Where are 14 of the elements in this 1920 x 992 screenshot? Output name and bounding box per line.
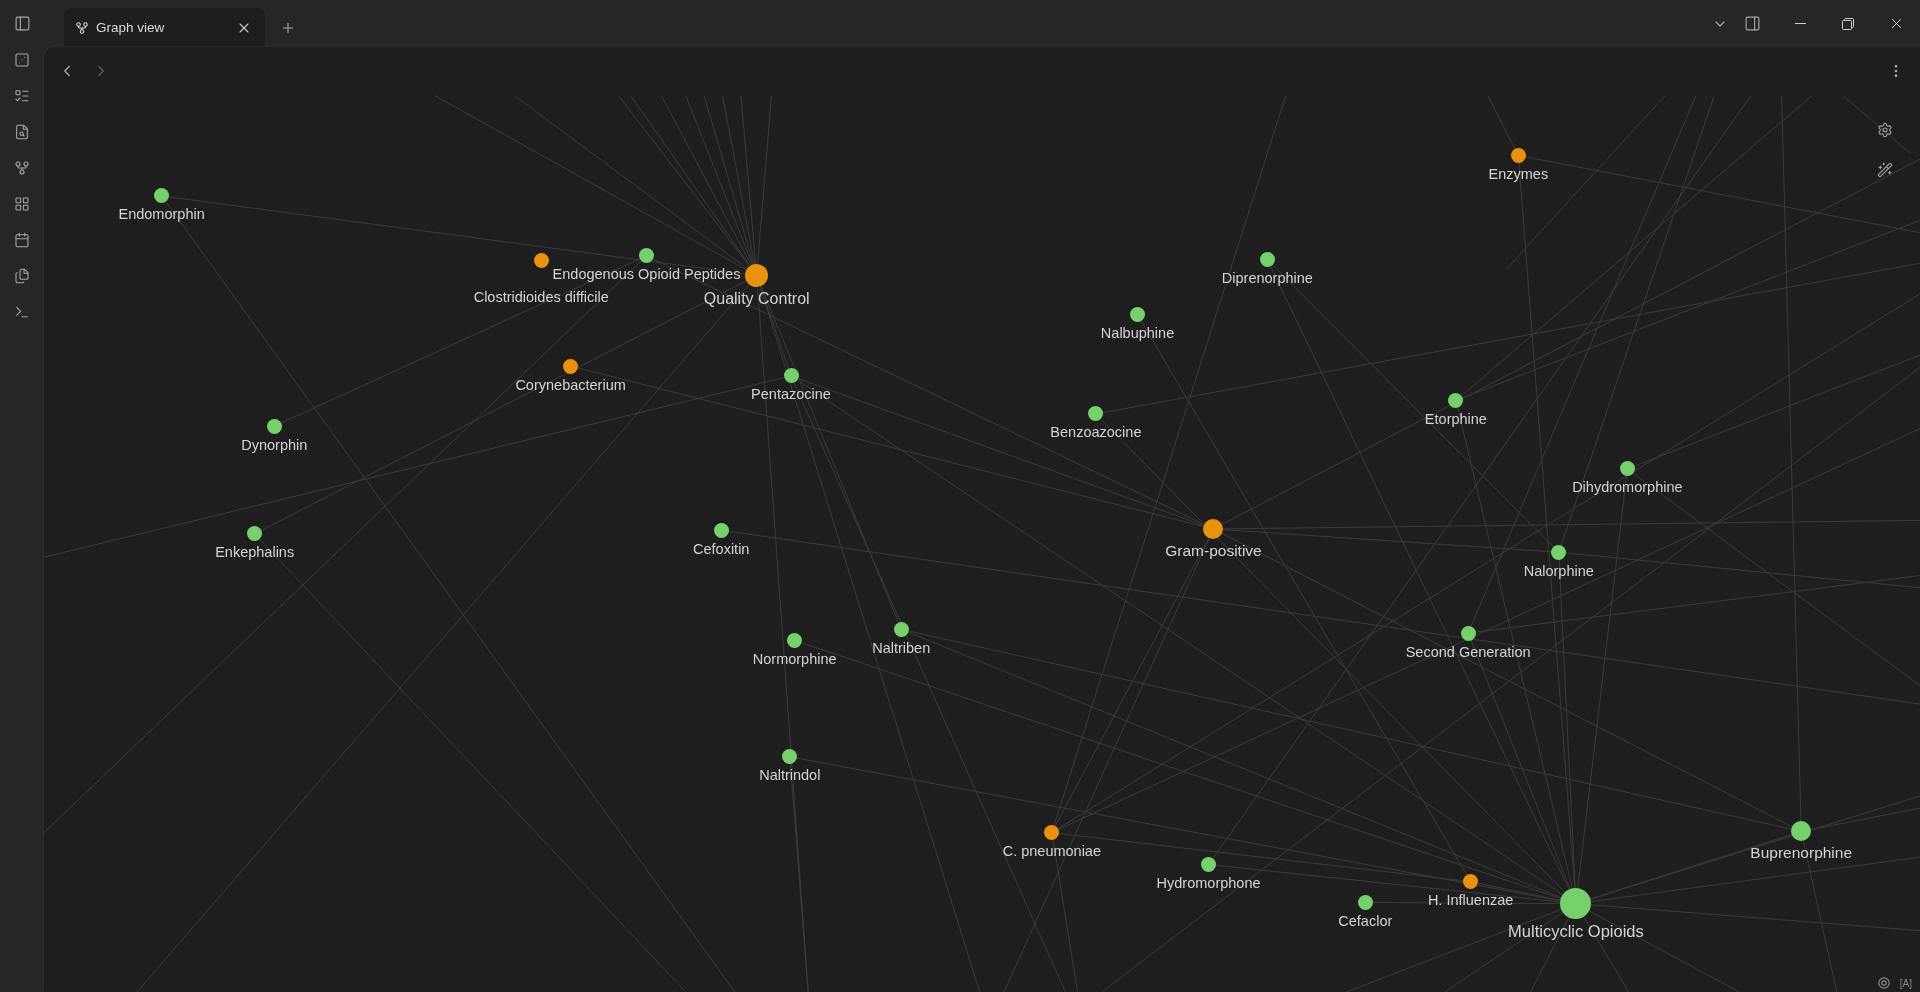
calendar-icon (14, 232, 30, 248)
sidebar-toggle-icon (13, 15, 31, 32)
minimize-icon (1794, 23, 1806, 24)
dice-icon (14, 52, 30, 68)
file-search-icon (14, 124, 30, 140)
graph-icon (14, 160, 30, 176)
files-icon (14, 268, 30, 284)
checklist-icon (14, 88, 30, 104)
terminal-icon (14, 304, 30, 320)
grid-icon (14, 196, 30, 212)
right-sidebar-toggle-icon (1743, 15, 1761, 32)
graph-icon (75, 20, 89, 35)
tab[interactable]: Graph view (64, 8, 265, 47)
restore-icon (1842, 17, 1854, 30)
